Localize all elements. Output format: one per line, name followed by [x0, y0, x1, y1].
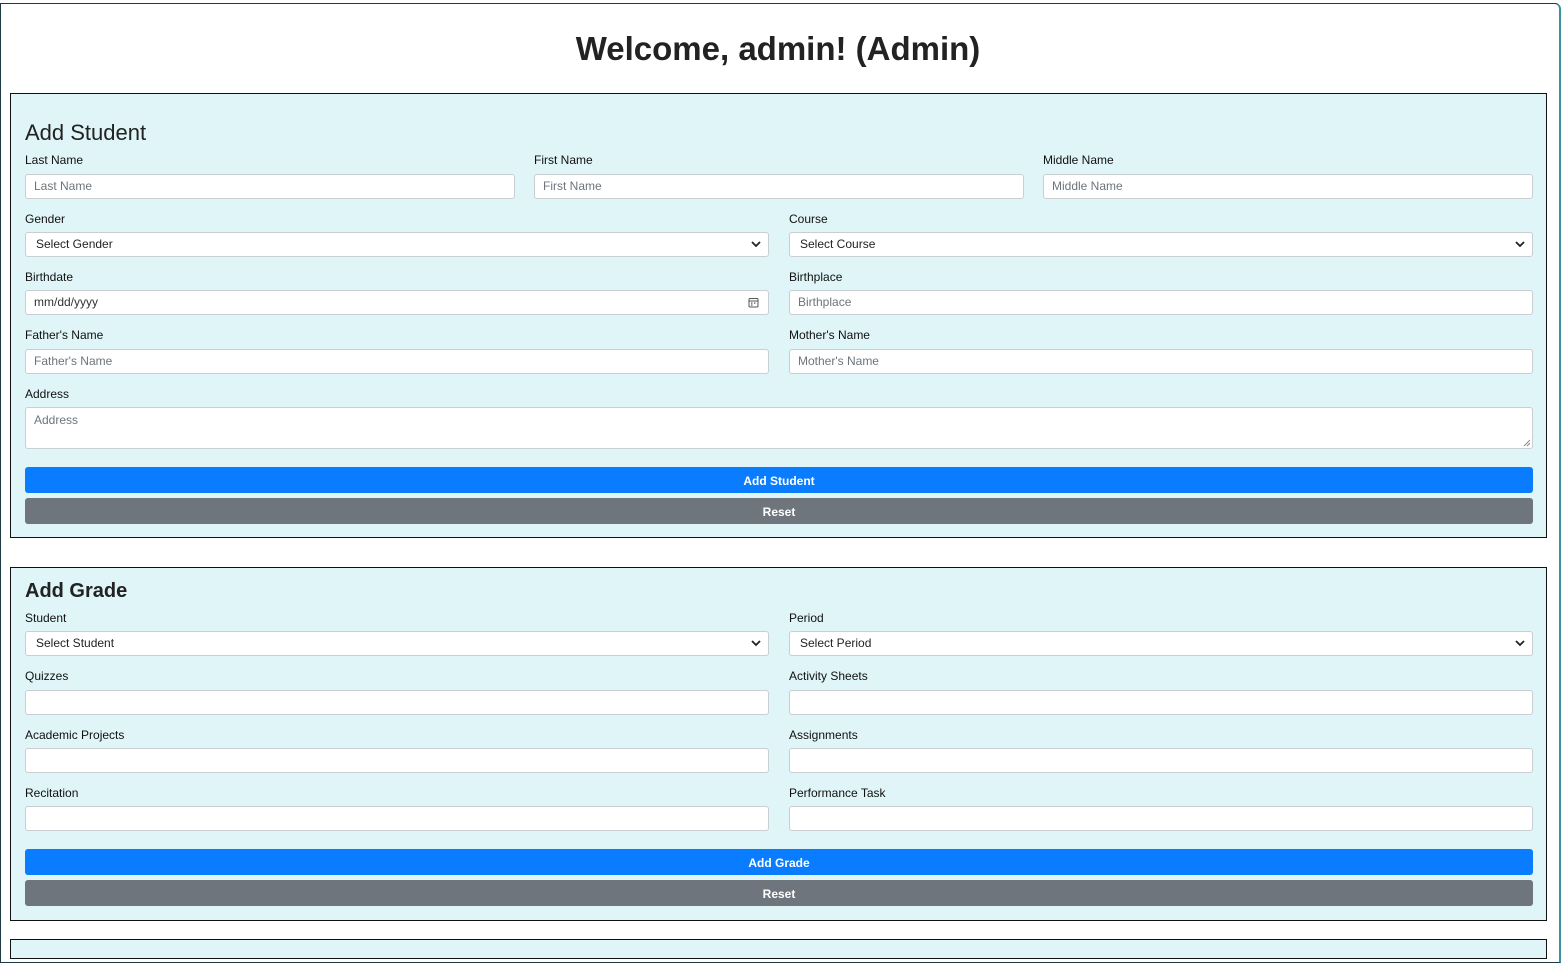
birthdate-field: Birthdate mm/dd/yyyy	[25, 270, 769, 315]
course-label: Course	[789, 212, 828, 226]
birthplace-field: Birthplace Birthplace	[789, 270, 1533, 315]
mothers-name-input[interactable]: Mother's Name	[789, 349, 1533, 374]
last-name-input[interactable]: Last Name	[25, 174, 515, 199]
gender-field: Gender Select Gender	[25, 212, 769, 257]
recitation-label: Recitation	[25, 786, 79, 800]
gender-select[interactable]: Select Gender	[25, 232, 769, 257]
address-field: Address Address	[25, 387, 1533, 449]
chevron-down-icon	[1515, 241, 1525, 248]
mothers-name-label: Mother's Name	[789, 328, 870, 342]
resize-handle-icon[interactable]	[1523, 439, 1531, 447]
first-name-input[interactable]: First Name	[534, 174, 1024, 199]
period-select[interactable]: Select Period	[789, 631, 1533, 656]
performance-task-input[interactable]	[789, 806, 1533, 831]
add-grade-panel: Add Grade Student Select Student Period …	[10, 567, 1547, 921]
birthdate-label: Birthdate	[25, 270, 74, 284]
activity-sheets-field: Activity Sheets	[789, 669, 1533, 715]
fathers-name-input[interactable]: Father's Name	[25, 349, 769, 374]
fathers-name-label: Father's Name	[25, 328, 104, 342]
academic-projects-label: Academic Projects	[25, 728, 125, 742]
birthdate-placeholder: mm/dd/yyyy	[34, 295, 99, 309]
quizzes-label: Quizzes	[25, 669, 69, 683]
academic-projects-field: Academic Projects	[25, 728, 769, 773]
student-selected-value: Select Student	[36, 636, 115, 650]
student-select[interactable]: Select Student	[25, 631, 769, 656]
add-student-button[interactable]: Add Student	[25, 467, 1533, 493]
period-label: Period	[789, 611, 824, 625]
calendar-icon[interactable]	[748, 297, 759, 308]
performance-task-label: Performance Task	[789, 786, 886, 800]
activity-sheets-label: Activity Sheets	[789, 669, 868, 683]
performance-task-field: Performance Task	[789, 786, 1533, 831]
period-selected-value: Select Period	[800, 636, 872, 650]
first-name-field: First Name First Name	[534, 153, 1024, 199]
student-field: Student Select Student	[25, 611, 769, 656]
academic-projects-input[interactable]	[25, 748, 769, 773]
middle-name-field: Middle Name Middle Name	[1043, 153, 1533, 199]
middle-name-input[interactable]: Middle Name	[1043, 174, 1533, 199]
chevron-down-icon	[751, 241, 761, 248]
reset-student-button[interactable]: Reset	[25, 498, 1533, 524]
quizzes-input[interactable]	[25, 690, 769, 715]
reset-grade-button[interactable]: Reset	[25, 880, 1533, 906]
first-name-label: First Name	[534, 153, 593, 167]
activity-sheets-input[interactable]	[789, 690, 1533, 715]
address-placeholder: Address	[34, 413, 79, 427]
fathers-name-field: Father's Name Father's Name	[25, 328, 769, 374]
last-name-field: Last Name Last Name	[25, 153, 515, 199]
add-grade-title: Add Grade	[25, 580, 128, 602]
address-textarea[interactable]: Address	[25, 407, 1533, 449]
quizzes-field: Quizzes	[25, 669, 769, 715]
assignments-field: Assignments	[789, 728, 1533, 773]
address-label: Address	[25, 387, 70, 401]
birthplace-label: Birthplace	[789, 270, 843, 284]
last-name-label: Last Name	[25, 153, 84, 167]
add-student-title: Add Student	[25, 120, 147, 145]
gender-selected-value: Select Gender	[36, 237, 113, 251]
middle-name-label: Middle Name	[1043, 153, 1114, 167]
assignments-input[interactable]	[789, 748, 1533, 773]
chevron-down-icon	[1515, 640, 1525, 647]
birthdate-input[interactable]: mm/dd/yyyy	[25, 290, 769, 315]
add-student-panel: Add Student Last Name Last Name First Na…	[10, 93, 1547, 538]
next-panel	[10, 939, 1547, 959]
add-grade-button[interactable]: Add Grade	[25, 849, 1533, 875]
course-select[interactable]: Select Course	[789, 232, 1533, 257]
gender-label: Gender	[25, 212, 66, 226]
period-field: Period Select Period	[789, 611, 1533, 656]
recitation-input[interactable]	[25, 806, 769, 831]
birthplace-input[interactable]: Birthplace	[789, 290, 1533, 315]
chevron-down-icon	[751, 640, 761, 647]
assignments-label: Assignments	[789, 728, 858, 742]
course-selected-value: Select Course	[800, 237, 876, 251]
mothers-name-field: Mother's Name Mother's Name	[789, 328, 1533, 374]
page-title: Welcome, admin! (Admin)	[575, 30, 981, 67]
course-field: Course Select Course	[789, 212, 1533, 257]
recitation-field: Recitation	[25, 786, 769, 831]
student-label: Student	[25, 611, 67, 625]
